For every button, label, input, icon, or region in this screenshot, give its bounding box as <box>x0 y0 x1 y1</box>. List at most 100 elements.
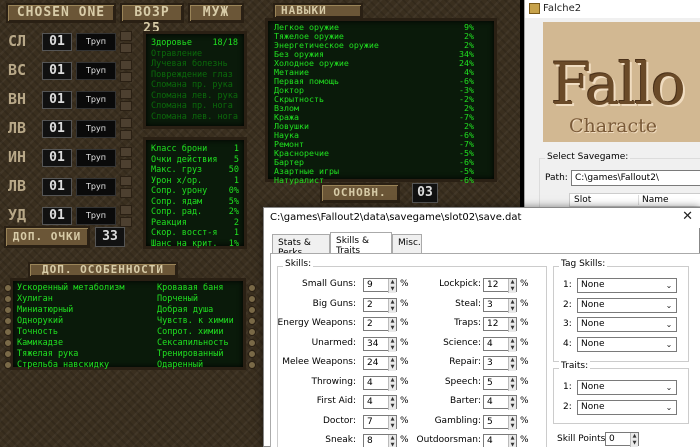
trait-select-button-right[interactable] <box>248 317 256 325</box>
combo-box[interactable]: None ⌄ <box>577 399 677 415</box>
skill-slider-track[interactable] <box>470 20 478 180</box>
spin-arrows-icon[interactable]: ▲ ▼ <box>388 415 396 430</box>
percent-sign: % <box>520 396 529 406</box>
tab-stats-perks[interactable]: Stats & Perks <box>272 234 330 258</box>
trait-select-button-right[interactable] <box>248 361 256 369</box>
stat-decrease-button[interactable] <box>120 130 132 140</box>
spin-arrows-icon[interactable]: ▲ ▼ <box>388 376 396 391</box>
spin-arrows-icon[interactable]: ▲ ▼ <box>388 318 396 332</box>
skill-spinner-value: 5 <box>487 377 493 388</box>
chevron-down-icon[interactable]: ⌄ <box>662 381 676 394</box>
spin-arrows-icon[interactable]: ▲ ▼ <box>508 298 516 313</box>
trait-select-button-left[interactable] <box>4 339 12 347</box>
stat-increase-button[interactable] <box>120 118 132 128</box>
combo-box[interactable]: None ⌄ <box>577 317 677 332</box>
skill-row[interactable]: Первая помощь -6% <box>274 77 474 86</box>
skill-spinner[interactable]: 2 ▲ ▼ <box>363 317 397 332</box>
skill-row[interactable]: Ловушки 2% <box>274 122 474 131</box>
spin-arrows-icon[interactable]: ▲ ▼ <box>508 318 516 332</box>
skill-spinner[interactable]: 8 ▲ ▼ <box>363 434 397 447</box>
spin-arrows-icon[interactable]: ▲ ▼ <box>388 298 396 313</box>
trait-select-button-left[interactable] <box>4 361 12 369</box>
skill-spinner[interactable]: 12 ▲ ▼ <box>483 278 517 293</box>
spin-arrows-icon[interactable]: ▲ ▼ <box>508 396 516 410</box>
spin-arrows-icon[interactable]: ▲ ▼ <box>388 279 396 293</box>
chevron-down-icon[interactable]: ⌄ <box>662 299 676 312</box>
trait-select-button-right[interactable] <box>248 284 256 292</box>
skill-spinner[interactable]: 5 ▲ ▼ <box>483 414 517 430</box>
combo-box[interactable]: None ⌄ <box>577 278 677 293</box>
stat-increase-button[interactable] <box>120 205 132 215</box>
stat-decrease-button[interactable] <box>120 217 132 227</box>
skill-spinner[interactable]: 7 ▲ ▼ <box>363 414 397 430</box>
spin-arrows-icon[interactable]: ▲ ▼ <box>630 433 638 447</box>
trait-select-button-left[interactable] <box>4 317 12 325</box>
skill-spinner[interactable]: 3 ▲ ▼ <box>483 356 517 371</box>
trait-select-button-left[interactable] <box>4 295 12 303</box>
spin-arrows-icon[interactable]: ▲ ▼ <box>508 279 516 293</box>
spin-arrows-icon[interactable]: ▲ ▼ <box>508 435 516 447</box>
spin-arrows-icon[interactable]: ▲ ▼ <box>388 357 396 371</box>
combo-box[interactable]: None ⌄ <box>577 380 677 395</box>
skill-spinner[interactable]: 9 ▲ ▼ <box>363 278 397 293</box>
skill-spinner[interactable]: 12 ▲ ▼ <box>483 317 517 332</box>
skill-spinner[interactable]: 4 ▲ ▼ <box>483 395 517 410</box>
spin-arrows-icon[interactable]: ▲ ▼ <box>508 357 516 371</box>
spin-arrows-icon[interactable]: ▲ ▼ <box>508 337 516 352</box>
column-name[interactable]: Name <box>638 195 669 205</box>
skill-spinner-value: 3 <box>487 299 493 310</box>
trait-select-button-right[interactable] <box>248 328 256 336</box>
skill-spinner[interactable]: 34 ▲ ▼ <box>363 336 397 352</box>
skill-spinner[interactable]: 2 ▲ ▼ <box>363 297 397 313</box>
skill-row[interactable]: Красноречие -5% <box>274 149 474 158</box>
character-name-button[interactable]: CHOSEN ONE <box>6 3 116 23</box>
trait-select-button-right[interactable] <box>248 295 256 303</box>
spin-arrows-icon[interactable]: ▲ ▼ <box>388 337 396 352</box>
stat-decrease-button[interactable] <box>120 188 132 198</box>
stat-increase-button[interactable] <box>120 60 132 70</box>
tab-misc-[interactable]: Misc. <box>392 234 422 253</box>
skill-spinner[interactable]: 3 ▲ ▼ <box>483 297 517 313</box>
chevron-down-icon[interactable]: ⌄ <box>662 401 676 414</box>
chevron-down-icon[interactable]: ⌄ <box>662 318 676 331</box>
stat-decrease-button[interactable] <box>120 43 132 53</box>
trait-select-button-right[interactable] <box>248 306 256 314</box>
age-button[interactable]: ВОЗР 25 <box>120 3 184 36</box>
skill-row[interactable]: Наука -6% <box>274 131 474 140</box>
stat-decrease-button[interactable] <box>120 72 132 82</box>
trait-select-button-left[interactable] <box>4 328 12 336</box>
trait-select-button-left[interactable] <box>4 306 12 314</box>
combo-box[interactable]: None ⌄ <box>577 297 677 313</box>
column-slot[interactable]: Slot <box>574 195 591 205</box>
trait-select-button-left[interactable] <box>4 284 12 292</box>
stat-decrease-button[interactable] <box>120 101 132 111</box>
sex-button[interactable]: МУЖ <box>188 3 244 23</box>
skill-spinner[interactable]: 4 ▲ ▼ <box>363 395 397 410</box>
skill-spinner[interactable]: 24 ▲ ▼ <box>363 356 397 371</box>
skill-spinner[interactable]: 4 ▲ ▼ <box>483 336 517 352</box>
trait-select-button-left[interactable] <box>4 350 12 358</box>
skill-row[interactable]: Взлом 2% <box>274 104 474 113</box>
stat-decrease-button[interactable] <box>120 159 132 169</box>
tab-skills-traits[interactable]: Skills & Traits <box>330 232 392 256</box>
stat-increase-button[interactable] <box>120 176 132 186</box>
skill-spinner[interactable]: 5 ▲ ▼ <box>483 375 517 391</box>
chevron-down-icon[interactable]: ⌄ <box>662 338 676 351</box>
spin-arrows-icon[interactable]: ▲ ▼ <box>388 396 396 410</box>
combo-box[interactable]: None ⌄ <box>577 336 677 352</box>
chevron-down-icon[interactable]: ⌄ <box>662 279 676 292</box>
stat-increase-button[interactable] <box>120 147 132 157</box>
stat-increase-button[interactable] <box>120 89 132 99</box>
dialog-skill-points-spinner[interactable]: 0 ▲ ▼ <box>605 432 639 447</box>
spin-arrows-icon[interactable]: ▲ ▼ <box>388 435 396 447</box>
skill-spinner[interactable]: 4 ▲ ▼ <box>363 375 397 391</box>
stat-increase-button[interactable] <box>120 31 132 41</box>
skill-spinner[interactable]: 4 ▲ ▼ <box>483 434 517 447</box>
trait-select-button-right[interactable] <box>248 350 256 358</box>
spin-arrows-icon[interactable]: ▲ ▼ <box>508 376 516 391</box>
close-icon[interactable]: ✕ <box>682 209 693 224</box>
trait-select-button-right[interactable] <box>248 339 256 347</box>
path-input[interactable]: C:\games\Fallout2\ <box>571 170 700 186</box>
skill-row[interactable]: Скрытность -2% <box>274 95 474 104</box>
spin-arrows-icon[interactable]: ▲ ▼ <box>508 415 516 430</box>
